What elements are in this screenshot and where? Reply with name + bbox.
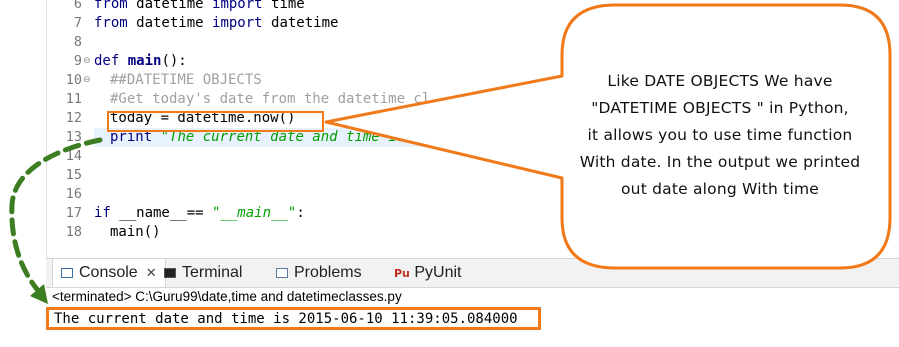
tab-label: Console: [79, 264, 138, 281]
line-number: 9: [73, 53, 82, 69]
code-text: from datetime import datetime: [94, 15, 339, 31]
callout-text: Like DATE OBJECTS We have "DATETIME OBJE…: [562, 68, 878, 203]
line-number: 17: [65, 205, 82, 221]
tab-pyunit[interactable]: Pu PyUnit: [394, 259, 461, 287]
line-number: 14: [65, 148, 82, 164]
console-output: The current date and time is 2015-06-10 …: [54, 311, 518, 327]
close-icon[interactable]: ✕: [146, 265, 157, 280]
line-number: 15: [65, 167, 82, 183]
code-line: 6 from datetime import time: [0, 0, 680, 14]
callout-line: out date along With time: [620, 180, 819, 198]
line-number: 10: [65, 72, 82, 88]
line-number: 8: [73, 34, 82, 50]
problems-icon: [276, 268, 288, 278]
line-number: 12: [65, 110, 82, 126]
callout-line: it allows you to use time function: [587, 126, 853, 144]
line-number: 16: [65, 186, 82, 202]
line-number: 13: [65, 129, 82, 145]
terminal-icon: [164, 268, 176, 278]
tab-label: Problems: [294, 264, 362, 281]
console-icon: [61, 268, 73, 278]
callout-line: "DATETIME OBJECTS " in Python,: [591, 99, 849, 117]
code-comment: #Get today's date from the datetime cl: [110, 91, 431, 107]
fold-collapse-icon[interactable]: ⊖: [83, 52, 91, 71]
console-tab-bar: Console ✕ Terminal Problems Pu PyUnit: [46, 258, 899, 288]
tab-label: Terminal: [182, 264, 243, 281]
code-line: 8: [0, 33, 680, 52]
line-number: 7: [73, 15, 82, 31]
fold-collapse-icon[interactable]: ⊖: [83, 71, 91, 90]
code-text: from datetime import time: [94, 0, 305, 12]
code-text: main(): [110, 224, 161, 240]
line-number: 18: [65, 224, 82, 240]
code-text: def main():: [94, 53, 187, 69]
tab-label: PyUnit: [414, 264, 462, 281]
code-comment: ##DATETIME OBJECTS: [110, 72, 262, 88]
annotation-highlight-box: [107, 111, 324, 132]
code-text: if __name__== "__main__":: [94, 205, 305, 221]
tab-terminal[interactable]: Terminal: [164, 259, 242, 287]
code-line: 7 from datetime import datetime: [0, 14, 680, 33]
line-number: 11: [65, 91, 82, 107]
console-output-highlight: The current date and time is 2015-06-10 …: [46, 307, 541, 330]
tab-console[interactable]: Console ✕: [52, 259, 166, 287]
callout-line: With date. In the output we printed: [579, 153, 861, 171]
code-line: 17 if __name__== "__main__":: [0, 204, 680, 223]
console-status: <terminated> C:\Guru99\date,time and dat…: [52, 289, 402, 304]
pyunit-icon: Pu: [394, 267, 410, 280]
tab-problems[interactable]: Problems: [276, 259, 362, 287]
code-line: 18 main(): [0, 223, 680, 242]
callout-line: Like DATE OBJECTS We have: [607, 72, 833, 90]
line-number: 6: [73, 0, 82, 12]
